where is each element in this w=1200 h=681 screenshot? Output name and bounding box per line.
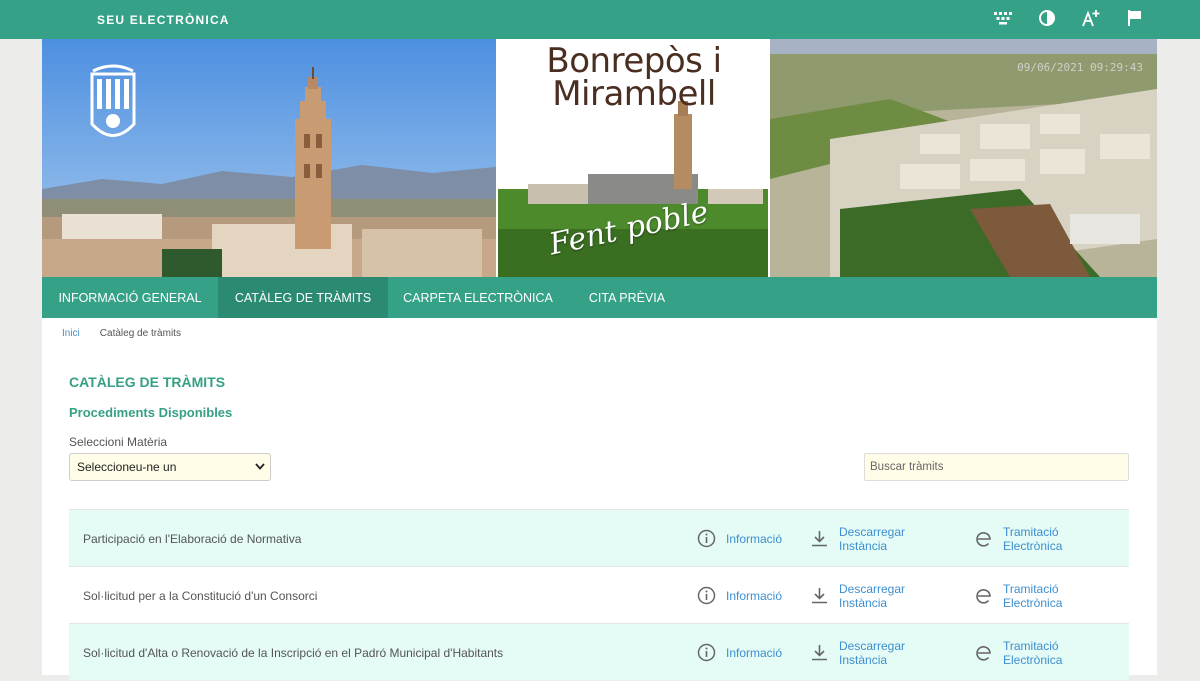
table-row: Participació en l'Elaboració de Normativ… [69,509,1129,566]
section-subtitle: Procediments Disponibles [69,405,233,420]
text-size-increase-icon[interactable] [1081,8,1101,28]
procedure-title: Participació en l'Elaboració de Normativ… [83,532,302,546]
info-icon [697,529,716,548]
site-brand[interactable]: SEU ELECTRÒNICA [97,13,230,27]
info-icon [697,643,716,662]
procedure-title: Sol·licitud per a la Constitució d'un Co… [83,589,318,603]
etram-line1: Tramitació [1003,524,1059,539]
procedure-title: Sol·licitud d'Alta o Renovació de la Ins… [83,646,504,660]
banner-aerial-photo [770,39,1157,277]
subject-select[interactable]: Seleccioneu-ne un [69,453,271,481]
info-link-label: Informació [726,588,783,603]
download-form-link[interactable]: Descarregar Instància [810,624,905,681]
electronic-processing-link[interactable]: Tramitació Electrònica [975,510,1062,567]
etram-line1: Tramitació [1003,638,1059,653]
etram-line1: Tramitació [1003,581,1059,596]
page-title: CATÀLEG DE TRÀMITS [69,374,226,390]
table-row: Sol·licitud d'Alta o Renovació de la Ins… [69,623,1129,680]
download-form-link[interactable]: Descarregar Instància [810,510,905,567]
download-line1: Descarregar [839,581,906,596]
info-icon [697,586,716,605]
etram-line2: Electrònica [1003,595,1063,610]
etram-line2: Electrònica [1003,652,1063,667]
search-procedures-input[interactable] [864,453,1129,481]
nav-item-electronic-folder[interactable]: Carpeta Electrònica [388,277,568,318]
e-processing-icon [975,530,993,548]
nav-item-appointment[interactable]: Cita Prèvia [568,277,686,318]
breadcrumb: Inici Catàleg de tràmits [62,328,181,339]
breadcrumb-current: Catàleg de tràmits [99,328,181,339]
download-line1: Descarregar [839,638,906,653]
procedures-list: Participació en l'Elaboració de Normativ… [69,509,1129,680]
download-line2: Instància [839,652,888,667]
electronic-processing-link[interactable]: Tramitació Electrònica [975,567,1062,624]
top-bar: SEU ELECTRÒNICA [0,0,1200,39]
subject-select-value: Seleccioneu-ne un [77,460,177,474]
download-form-link[interactable]: Descarregar Instància [810,567,905,624]
download-line2: Instància [839,595,888,610]
breadcrumb-home-link[interactable]: Inici [62,328,80,339]
download-icon [810,643,829,662]
info-link[interactable]: Informació [697,624,782,681]
accessibility-tools [993,8,1145,28]
info-link-label: Informació [726,645,783,660]
download-icon [810,529,829,548]
nav-item-general-info[interactable]: Informació General [42,277,218,318]
info-link[interactable]: Informació [697,567,782,624]
download-line2: Instància [839,538,888,553]
banner-title-panel: Bonrepòs i Mirambell Fent poble [498,39,768,277]
table-row: Sol·licitud per a la Constitució d'un Co… [69,566,1129,623]
contrast-icon[interactable] [1037,8,1057,28]
info-link[interactable]: Informació [697,510,782,567]
datetime-display: 09/06/2021 09:29:43 [1017,61,1143,74]
etram-line2: Electrònica [1003,538,1063,553]
nav-item-procedures-catalog[interactable]: Catàleg de tràmits [218,277,388,318]
info-link-label: Informació [726,531,783,546]
electronic-processing-link[interactable]: Tramitació Electrònica [975,624,1062,681]
banner-town-photo [42,39,496,277]
e-processing-icon [975,644,993,662]
town-name: Bonrepòs i Mirambell [546,41,722,114]
download-line1: Descarregar [839,524,906,539]
header-banner: Bonrepòs i Mirambell Fent poble 09/06/20… [42,39,1157,277]
flag-icon[interactable] [1125,8,1145,28]
chevron-down-icon [255,463,265,470]
subject-select-label: Seleccioni Matèria [69,435,168,449]
keyboard-icon[interactable] [993,8,1013,28]
download-icon [810,586,829,605]
page-container: Bonrepòs i Mirambell Fent poble 09/06/20… [42,39,1157,680]
main-nav: Informació General Catàleg de tràmits Ca… [42,277,1157,318]
e-processing-icon [975,587,993,605]
